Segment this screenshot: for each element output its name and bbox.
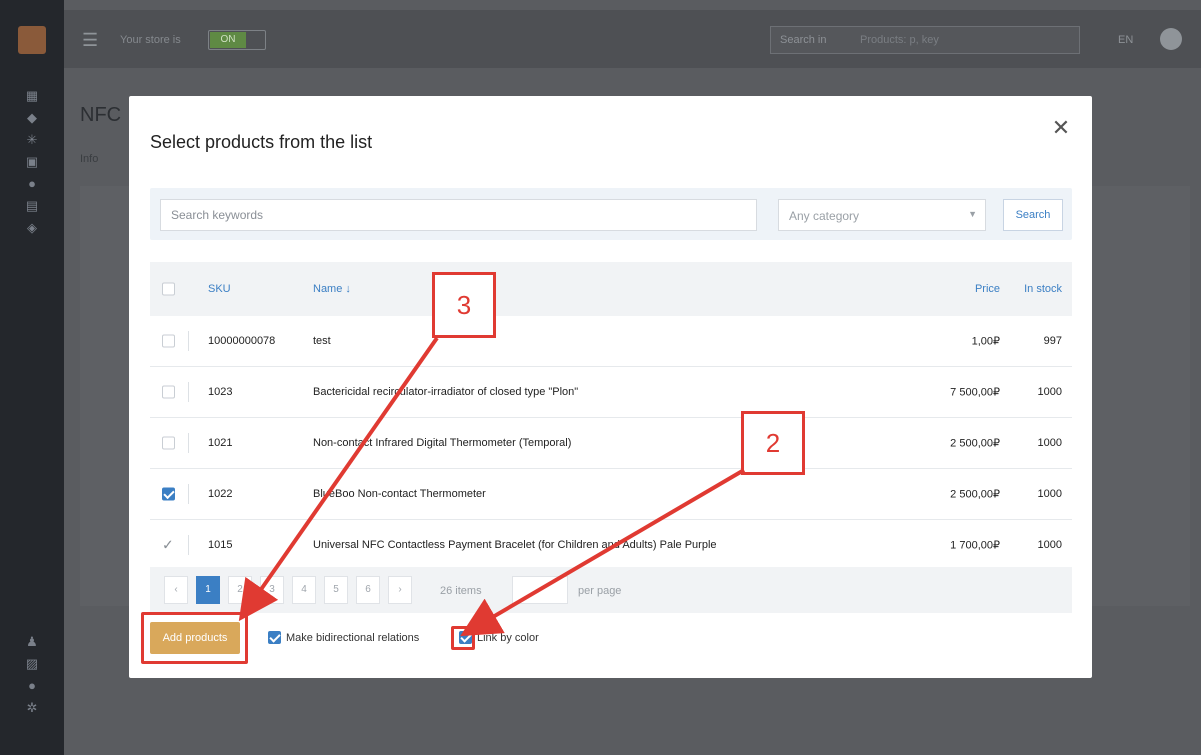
row-stock: 1000 [1037,539,1062,551]
row-name: Bactericidal recirculator-irradiator of … [313,386,579,398]
search-input[interactable] [160,199,757,231]
close-icon[interactable]: ✕ [1049,116,1073,140]
category-select-value: Any category [789,209,860,223]
handshake-icon: ◈ [27,220,37,235]
tag-icon: ◆ [27,110,37,125]
gear-icon: ✲ [26,700,38,715]
row-checkbox[interactable] [162,436,175,450]
page-4-button[interactable]: 4 [292,576,316,604]
select-products-modal: Select products from the list ✕ Any cate… [129,96,1092,678]
bidirectional-checkbox[interactable] [268,631,281,644]
row-stock: 1000 [1037,488,1062,500]
asterisk-icon: ✳ [26,132,38,147]
row-sku: 10000000078 [208,335,276,347]
users-icon: ● [28,176,36,191]
row-name: Non-contact Infrared Digital Thermometer… [313,437,572,449]
row-stock: 1000 [1037,437,1062,449]
table-row: 1022 BlueBoo Non-contact Thermometer 2 5… [150,469,1072,520]
gift-icon: ▣ [25,154,39,169]
items-count: 26 items [440,585,482,597]
page-5-button[interactable]: 5 [324,576,348,604]
grid-icon: ▤ [25,198,39,213]
row-checkbox[interactable] [162,334,175,348]
global-search-placeholder: Products: p, key [860,34,939,46]
search-in-label: Search in [780,34,827,46]
row-price: 1,00₽ [971,335,1000,348]
row-name: Universal NFC Contactless Payment Bracel… [313,539,717,551]
table-header: SKU Name ↓ Price In stock [150,262,1072,316]
pagination: ‹ 1 2 3 4 5 6 › 26 items per page [150,567,1072,613]
annotation-step-3: 3 [432,272,496,338]
row-sku: 1015 [208,539,233,551]
products-table: SKU Name ↓ Price In stock 10000000078 te… [150,262,1072,571]
link-by-color-label: Link by color [477,631,539,644]
modal-title: Select products from the list [150,132,373,152]
row-name: test [313,335,331,347]
row-price: 1 700,00₽ [950,539,1000,552]
row-sku: 1022 [208,488,233,500]
bidirectional-option[interactable]: Make bidirectional relations [268,631,419,644]
row-price: 2 500,00₽ [950,437,1000,450]
table-row: 1021 Non-contact Infrared Digital Thermo… [150,418,1072,469]
annotation-highlight-link-by-color [451,626,475,650]
column-price[interactable]: Price [975,283,1000,295]
row-divider [188,331,189,351]
table-row: ✓ 1015 Universal NFC Contactless Payment… [150,520,1072,571]
info-icon: ● [28,678,36,693]
row-divider [188,433,189,453]
column-stock[interactable]: In stock [1024,283,1062,295]
row-name: BlueBoo Non-contact Thermometer [313,488,486,500]
chevron-down-icon: ▼ [968,209,977,219]
row-stock: 997 [1043,335,1062,347]
row-divider [188,484,189,504]
filter-bar: Any category ▼ Search [150,188,1072,240]
column-sku[interactable]: SKU [208,283,231,295]
search-button[interactable]: Search [1003,199,1063,231]
tab-info: Info [80,153,99,165]
modal-footer: Add products Make bidirectional relation… [150,622,1072,654]
row-sku: 1023 [208,386,233,398]
dashboard-icon: ▦ [25,88,39,103]
checkmark-icon: ✓ [162,536,174,553]
next-page-button[interactable]: › [388,576,412,604]
store-status-label: Your store is [120,34,181,46]
menu-icon: ☰ [82,30,99,50]
page-3-button[interactable]: 3 [260,576,284,604]
app-logo [18,26,46,54]
annotation-step-2: 2 [741,411,805,475]
person-icon: ♟ [26,634,38,649]
annotation-highlight-add-products [141,612,248,664]
row-price: 7 500,00₽ [950,386,1000,399]
page-title: NFC [80,104,122,126]
row-stock: 1000 [1037,386,1062,398]
prev-page-button[interactable]: ‹ [164,576,188,604]
column-name[interactable]: Name ↓ [313,283,351,295]
store-toggle-on: ON [210,32,246,48]
image-icon: ▨ [25,656,39,671]
table-row: 10000000078 test 1,00₽ 997 [150,316,1072,367]
row-checkbox[interactable] [162,385,175,399]
row-sku: 1021 [208,437,233,449]
row-price: 2 500,00₽ [950,488,1000,501]
table-row: 1023 Bactericidal recirculator-irradiato… [150,367,1072,418]
bidirectional-label: Make bidirectional relations [286,631,420,644]
category-select[interactable]: Any category ▼ [778,199,986,231]
page-6-button[interactable]: 6 [356,576,380,604]
avatar [1160,28,1182,50]
row-checkbox-checked[interactable] [162,487,175,501]
per-page-label: per page [578,585,622,597]
page-2-button[interactable]: 2 [228,576,252,604]
select-all-checkbox[interactable] [162,282,175,296]
row-divider [188,382,189,402]
row-divider [188,535,189,555]
page-1-button[interactable]: 1 [196,576,220,604]
per-page-select[interactable] [512,576,568,604]
language-selector: EN [1118,34,1134,46]
